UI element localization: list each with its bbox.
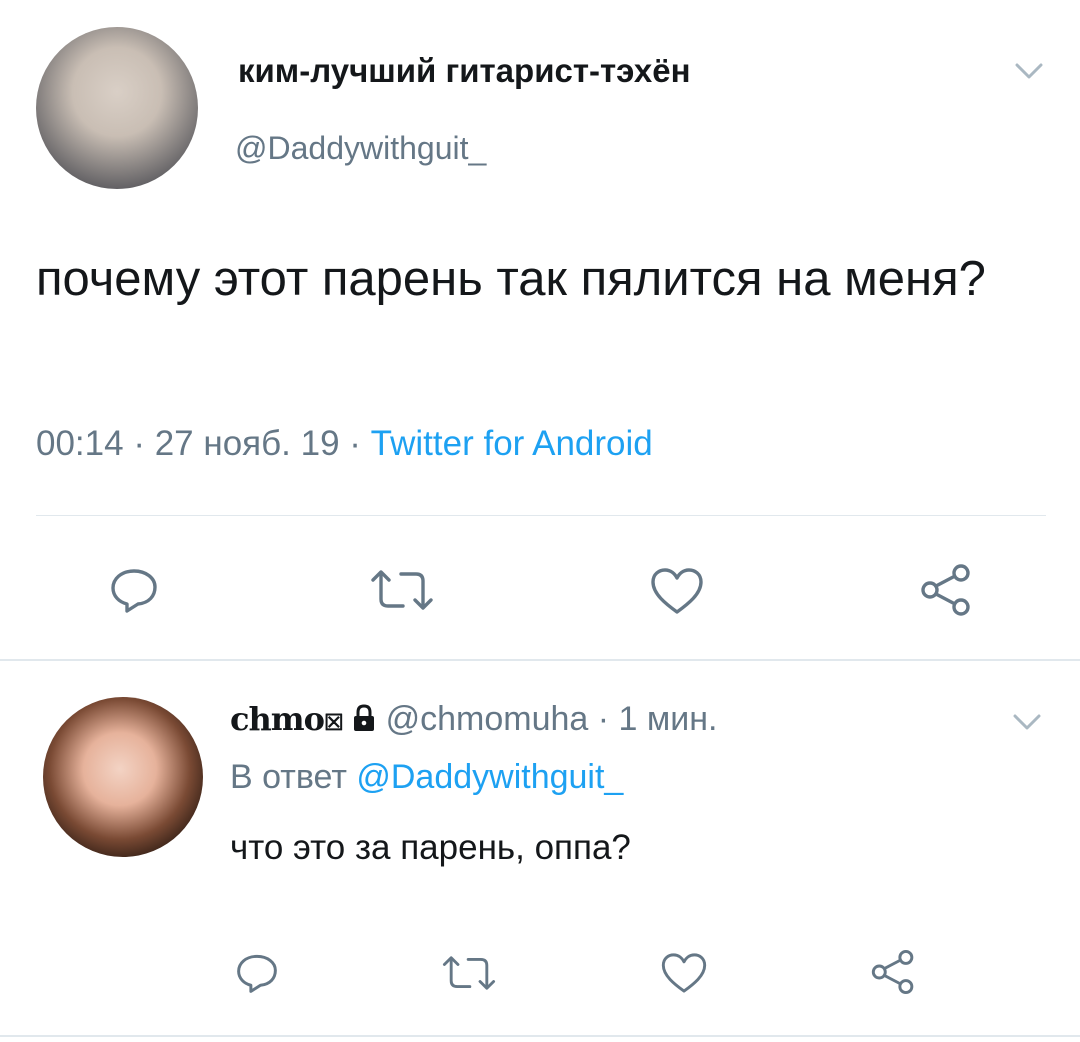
reply-author-avatar[interactable]: [43, 697, 203, 857]
meta-separator: ·: [597, 700, 610, 738]
author-handle[interactable]: @Daddywithguit_: [235, 130, 486, 167]
like-button[interactable]: [648, 566, 706, 616]
divider: [0, 1035, 1080, 1037]
meta-separator: ·: [349, 424, 361, 463]
divider: [0, 659, 1080, 661]
retweet-icon: [371, 570, 433, 610]
lock-icon: [352, 702, 376, 741]
chevron-down-icon[interactable]: [1012, 56, 1046, 86]
reply-time[interactable]: 1 мин.: [619, 700, 718, 738]
name-glyph: ☒: [323, 710, 344, 736]
like-icon: [661, 953, 707, 993]
reply-header: chmo☒ @chmomuha · 1 мин.: [230, 700, 718, 741]
author-display-name[interactable]: ким-лучший гитарист-тэхён: [238, 52, 691, 90]
tweet-time: 00:14: [36, 424, 124, 463]
share-icon: [921, 564, 970, 616]
reply-icon: [111, 569, 157, 613]
in-reply-prefix: В ответ: [230, 758, 347, 796]
divider: [36, 515, 1046, 516]
share-button[interactable]: [869, 948, 917, 996]
tweet-text: почему этот парень так пялится на меня?: [36, 252, 986, 306]
reply-button[interactable]: [234, 952, 280, 994]
share-icon: [871, 949, 914, 995]
reply-button[interactable]: [108, 566, 160, 614]
like-button[interactable]: [659, 951, 709, 995]
in-reply-mention-link[interactable]: @Daddywithguit_: [356, 758, 623, 796]
meta-separator: ·: [133, 424, 145, 463]
reply-display-name[interactable]: chmo: [230, 700, 325, 738]
retweet-button[interactable]: [441, 952, 497, 994]
author-avatar[interactable]: [36, 27, 198, 189]
reply-handle[interactable]: @chmomuha: [386, 700, 589, 738]
tweet-source-link[interactable]: Twitter for Android: [371, 424, 653, 463]
like-icon: [651, 568, 703, 614]
retweet-button[interactable]: [369, 566, 435, 614]
share-button[interactable]: [918, 562, 974, 618]
retweet-icon: [442, 956, 496, 990]
reply-icon: [237, 954, 277, 993]
tweet-meta: 00:14 · 27 нояб. 19 · Twitter for Androi…: [36, 424, 653, 464]
tweet-date: 27 нояб. 19: [154, 424, 340, 463]
chevron-down-icon[interactable]: [1010, 707, 1044, 737]
in-reply-to: В ответ @Daddywithguit_: [230, 758, 623, 797]
reply-text: что это за парень, оппа?: [230, 828, 631, 867]
